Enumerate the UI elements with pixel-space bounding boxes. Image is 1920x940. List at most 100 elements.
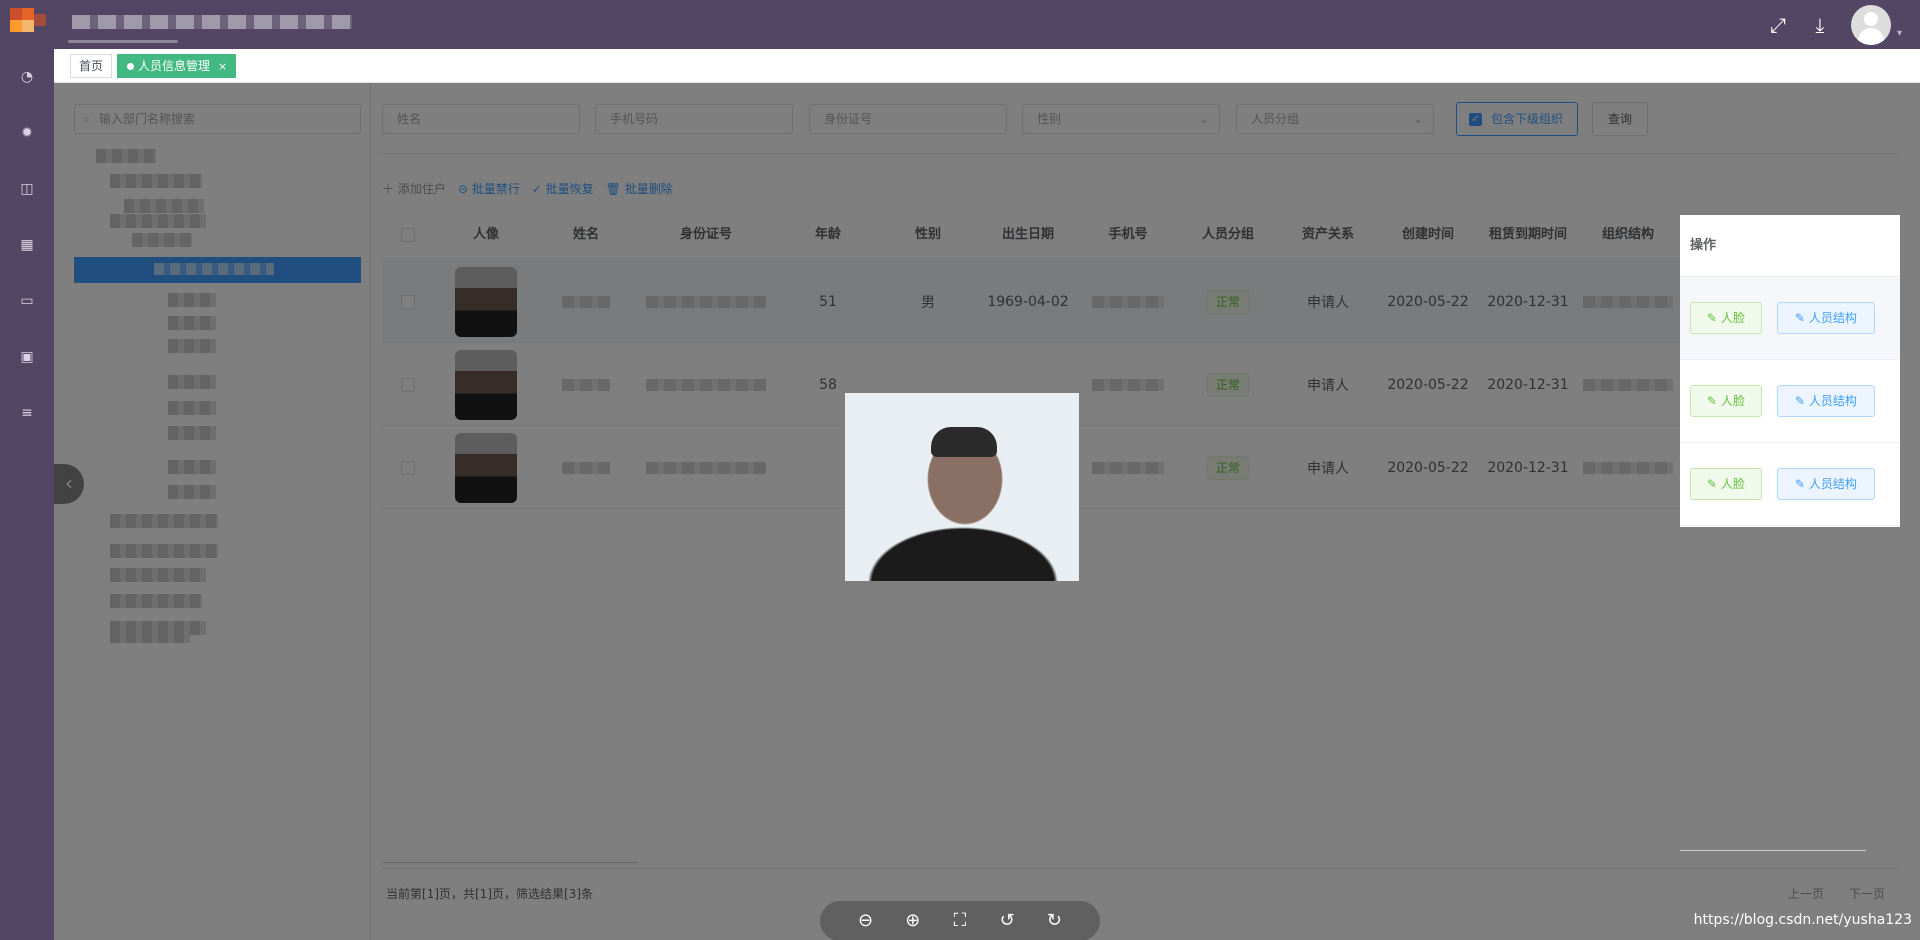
- person-structure-button[interactable]: ✎ 人员结构: [1777, 302, 1875, 334]
- row-checkbox[interactable]: [401, 377, 415, 392]
- dept-search-input[interactable]: ⌕ 输入部门名称搜索: [74, 104, 361, 134]
- person-structure-button[interactable]: ✎ 人员结构: [1777, 385, 1875, 417]
- collapse-tree-button[interactable]: ‹: [54, 464, 84, 504]
- created-cell: 2020-05-22: [1387, 293, 1469, 310]
- fullscreen-icon[interactable]: ⤢: [1767, 14, 1789, 36]
- tab-label: 首页: [79, 59, 104, 73]
- zoom-out-icon[interactable]: ⊖: [853, 908, 879, 934]
- add-resident-button[interactable]: ＋ 添加住户: [382, 180, 446, 197]
- person-structure-button[interactable]: ✎ 人员结构: [1777, 468, 1875, 500]
- footer-divider: [382, 868, 1900, 869]
- avatar[interactable]: [1850, 4, 1891, 45]
- idcard-cell: [634, 426, 778, 509]
- col-header: 组织结构: [1601, 227, 1654, 242]
- tab-home[interactable]: 首页: [70, 54, 113, 78]
- face-button[interactable]: ✎ 人脸: [1690, 468, 1762, 500]
- status-badge: 正常: [1206, 289, 1249, 314]
- name-input[interactable]: 姓名: [382, 104, 580, 134]
- face-button[interactable]: ✎ 人脸: [1690, 302, 1762, 334]
- portrait-thumbnail[interactable]: [455, 349, 517, 420]
- org-redacted: [1583, 378, 1673, 391]
- include-sub-org-label: 包含下级组织: [1491, 112, 1564, 126]
- ops-row: ✎ 人脸 ✎ 人员结构: [1680, 443, 1900, 526]
- tree-node[interactable]: [168, 426, 216, 440]
- table-header: 人像 姓名 身份证号 年龄 性别 出生日期 手机号 人员分组 资产关系 创建时间…: [382, 211, 1900, 259]
- rotate-right-icon[interactable]: ↻: [1041, 908, 1067, 934]
- dashboard-icon[interactable]: ◔: [17, 67, 37, 87]
- tree-node-selected[interactable]: [74, 257, 361, 283]
- row-select-cell: [382, 260, 434, 343]
- group-select[interactable]: 人员分组 ⌄: [1236, 104, 1434, 134]
- watermark: https://blog.csdn.net/yusha123: [1693, 912, 1912, 928]
- tree-node[interactable]: [168, 339, 216, 353]
- face-button[interactable]: ✎ 人脸: [1690, 385, 1762, 417]
- person-structure-label: 人员结构: [1808, 311, 1857, 325]
- tree-node[interactable]: [110, 514, 218, 528]
- face-label: 人脸: [1720, 311, 1745, 325]
- tree-node[interactable]: [168, 293, 216, 307]
- gear-icon[interactable]: ✹: [17, 123, 37, 143]
- tree-node[interactable]: [124, 199, 204, 213]
- expire-cell: 2020-12-31: [1487, 459, 1569, 476]
- briefcase-icon[interactable]: ▭: [17, 291, 37, 311]
- col-header: 人像: [472, 227, 499, 242]
- database-icon[interactable]: ≡: [17, 403, 37, 423]
- tree-node[interactable]: [96, 149, 156, 163]
- gender-cell: 男: [921, 294, 935, 311]
- idcard-cell: [634, 343, 778, 426]
- phone-input[interactable]: 手机号码: [595, 104, 793, 134]
- query-button[interactable]: 查询: [1592, 102, 1648, 136]
- close-icon[interactable]: ×: [218, 60, 227, 73]
- chart-icon[interactable]: ◫: [17, 179, 37, 199]
- table-row[interactable]: 51 男 1969-04-02 正常 申请人 2020-05-22 2020-1…: [382, 260, 1900, 343]
- idcard-input[interactable]: 身份证号: [809, 104, 1007, 134]
- col-header-operations: 操作: [1680, 215, 1900, 277]
- tab-person-management[interactable]: 人员信息管理 ×: [117, 54, 237, 78]
- name-redacted: [562, 378, 610, 391]
- table-row[interactable]: 正常 申请人 2020-05-22 2020-12-31: [382, 426, 1900, 509]
- tree-node[interactable]: [168, 485, 216, 499]
- table-scrollbar[interactable]: [382, 862, 638, 863]
- portrait-thumbnail[interactable]: [455, 266, 517, 337]
- dept-search-placeholder: 输入部门名称搜索: [99, 112, 196, 126]
- batch-disable-label: 批量禁行: [471, 182, 520, 196]
- tree-node[interactable]: [168, 375, 216, 389]
- zoom-in-icon[interactable]: ⊕: [900, 908, 926, 934]
- tree-node[interactable]: [110, 174, 202, 188]
- face-label: 人脸: [1720, 394, 1745, 408]
- tree-node[interactable]: [110, 568, 206, 582]
- tree-node[interactable]: [132, 233, 192, 247]
- tree-node[interactable]: [168, 460, 216, 474]
- row-checkbox[interactable]: [401, 294, 415, 309]
- include-sub-org-checkbox[interactable]: ✓ 包含下级组织: [1456, 102, 1578, 136]
- gender-select[interactable]: 性别 ⌄: [1022, 104, 1220, 134]
- apps-icon[interactable]: ▦: [17, 235, 37, 255]
- tree-node[interactable]: [110, 594, 202, 608]
- ops-scrollbar[interactable]: [1680, 850, 1866, 851]
- batch-delete-button[interactable]: 🗑︎ 批量删除: [606, 180, 673, 197]
- fit-screen-icon[interactable]: ⛶: [947, 908, 973, 934]
- next-page-button[interactable]: 下一页: [1849, 885, 1885, 902]
- prev-page-button[interactable]: 上一页: [1788, 885, 1824, 902]
- portrait-preview-image[interactable]: [845, 393, 1079, 581]
- pager-summary: 当前第[1]页，共[1]页，筛选结果[3]条: [386, 887, 593, 901]
- expire-cell: 2020-12-31: [1487, 293, 1569, 310]
- tree-node[interactable]: [168, 316, 216, 330]
- relation-cell: 申请人: [1307, 377, 1349, 394]
- rotate-left-icon[interactable]: ↺: [994, 908, 1020, 934]
- batch-restore-button[interactable]: ✓ 批量恢复: [532, 180, 594, 197]
- select-all-checkbox[interactable]: [401, 228, 415, 242]
- tree-node[interactable]: [110, 544, 218, 558]
- tree-node[interactable]: [168, 401, 216, 415]
- portrait-thumbnail[interactable]: [455, 432, 517, 503]
- phone-placeholder: 手机号码: [610, 112, 659, 126]
- batch-disable-button[interactable]: ⊝ 批量禁行: [458, 180, 520, 197]
- row-checkbox[interactable]: [401, 460, 415, 475]
- table-row[interactable]: 58 正常 申请人 2020-05-22 2020-12-31: [382, 343, 1900, 426]
- tree-node[interactable]: [110, 214, 206, 228]
- monitor-icon[interactable]: ▣: [17, 347, 37, 367]
- tree-node[interactable]: [110, 629, 190, 643]
- tree-node-label-redacted: [154, 263, 274, 275]
- chevron-down-icon[interactable]: ▾: [1897, 28, 1902, 39]
- download-icon[interactable]: ⤓: [1809, 14, 1831, 36]
